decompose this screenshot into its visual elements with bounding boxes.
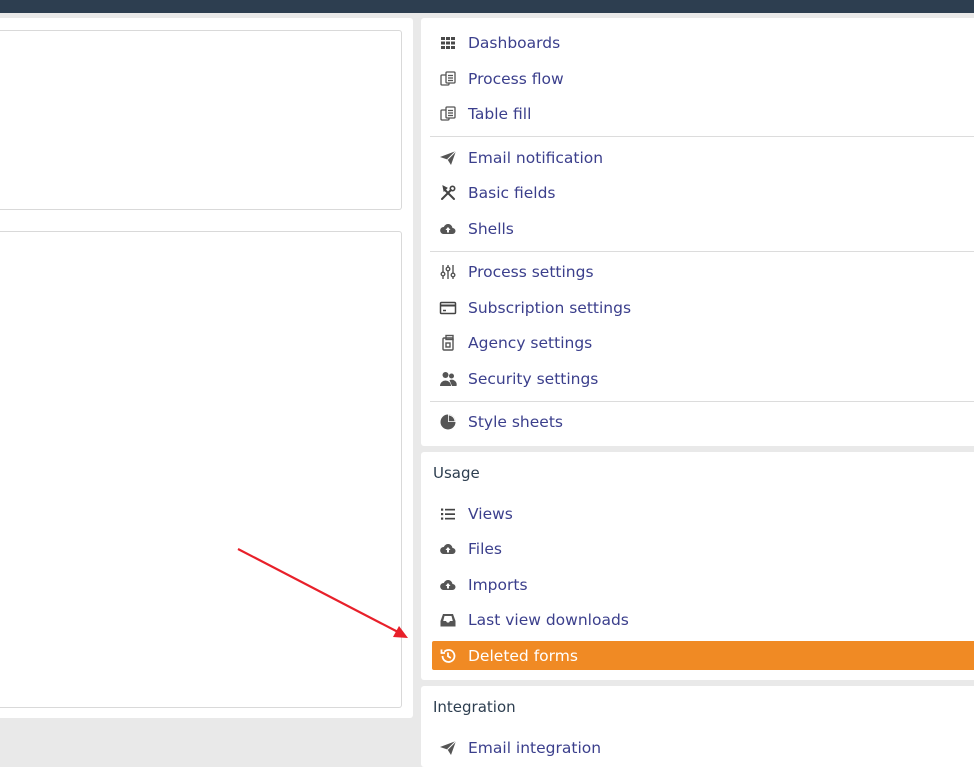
menu-item-label: Shells — [468, 219, 514, 238]
menu-item-subscription-settings[interactable]: Subscription settings — [432, 293, 974, 322]
users-icon — [438, 369, 458, 389]
menu-item-label: Files — [468, 539, 503, 558]
menu-item-dashboards[interactable]: Dashboards — [432, 28, 974, 57]
menu-item-shells[interactable]: Shells — [432, 214, 974, 243]
top-navbar — [0, 0, 974, 13]
history-icon — [438, 646, 458, 666]
menu-item-agency-settings[interactable]: Agency settings — [432, 328, 974, 357]
menu-item-table-fill[interactable]: Table fill — [432, 99, 974, 128]
menu-item-style-sheets[interactable]: Style sheets — [432, 407, 974, 436]
usage-section-title: Usage — [433, 464, 480, 482]
menu-item-label: Email notification — [468, 148, 604, 167]
menu-item-process-settings[interactable]: Process settings — [432, 257, 974, 286]
menu-item-label: Process flow — [468, 69, 564, 88]
menu-item-label: Dashboards — [468, 33, 561, 52]
inbox-download-icon — [438, 610, 458, 630]
menu-item-label: Deleted forms — [468, 646, 578, 665]
menu-item-label: Table fill — [468, 104, 532, 123]
menu-item-label: Views — [468, 504, 513, 523]
menu-item-last-view-downloads[interactable]: Last view downloads — [432, 605, 974, 634]
menu-item-label: Basic fields — [468, 183, 556, 202]
menu-item-email-integration[interactable]: Email integration — [432, 733, 974, 762]
menu-item-files[interactable]: Files — [432, 534, 974, 563]
menu-item-label: Imports — [468, 575, 528, 594]
integration-section-title: Integration — [433, 698, 516, 716]
menu-item-label: Process settings — [468, 262, 594, 281]
integration-panel: Integration Email integration — [421, 686, 974, 767]
cloud-upload-icon — [438, 575, 458, 595]
building-icon — [438, 333, 458, 353]
menu-item-email-notification[interactable]: Email notification — [432, 143, 974, 172]
menu-divider — [430, 136, 974, 137]
menu-divider — [430, 401, 974, 402]
menu-item-process-flow[interactable]: Process flow — [432, 64, 974, 93]
documents-icon — [438, 104, 458, 124]
tools-icon — [438, 183, 458, 203]
grid-icon — [438, 33, 458, 53]
settings-menu-panel: Dashboards Process flow Table fill Email… — [421, 18, 974, 446]
menu-item-basic-fields[interactable]: Basic fields — [432, 178, 974, 207]
cloud-upload-icon — [438, 219, 458, 239]
menu-item-label: Agency settings — [468, 333, 593, 352]
menu-item-label: Email integration — [468, 738, 602, 757]
list-icon — [438, 504, 458, 524]
cloud-upload-icon — [438, 539, 458, 559]
documents-icon — [438, 69, 458, 89]
menu-item-label: Subscription settings — [468, 298, 632, 317]
menu-item-security-settings[interactable]: Security settings — [432, 364, 974, 393]
credit-card-icon — [438, 298, 458, 318]
menu-item-deleted-forms[interactable]: Deleted forms — [432, 641, 974, 670]
left-content-box-top — [0, 30, 402, 210]
left-content-box-bottom — [0, 231, 402, 708]
pie-chart-icon — [438, 412, 458, 432]
paper-plane-icon — [438, 148, 458, 168]
usage-panel: Usage Views Files Imports Last view down… — [421, 452, 974, 680]
menu-divider — [430, 251, 974, 252]
menu-item-label: Last view downloads — [468, 610, 629, 629]
sliders-icon — [438, 262, 458, 282]
menu-item-label: Security settings — [468, 369, 599, 388]
menu-item-label: Style sheets — [468, 412, 563, 431]
paper-plane-icon — [438, 738, 458, 758]
menu-item-imports[interactable]: Imports — [432, 570, 974, 599]
menu-item-views[interactable]: Views — [432, 499, 974, 528]
